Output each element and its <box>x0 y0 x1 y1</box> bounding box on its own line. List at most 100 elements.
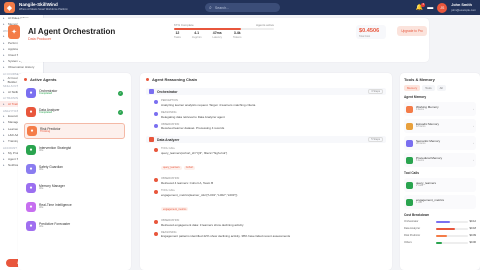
brand: Nangile-SkillWind Where AI Meets Smart W… <box>19 3 68 11</box>
header-stats: 12 Tasks 4.1 Avg/min 47ms Latency 3.4k Tokens <box>174 31 241 39</box>
memory-value: 6 items <box>416 159 425 163</box>
tool-call-item[interactable]: query_learners 2 calls <box>404 178 476 192</box>
agent-group-header[interactable]: Data Analyzer 5 Steps <box>146 136 386 144</box>
step-label: REASONING <box>161 110 177 114</box>
tab-all[interactable]: All <box>436 85 446 91</box>
memory-title: Agent Memory <box>404 95 427 99</box>
agent-item[interactable]: ● Real-Time Intelligence Idle <box>24 199 125 215</box>
robot-icon: ✦ <box>8 25 20 39</box>
search-icon: ⌕ <box>209 4 212 11</box>
agent-item[interactable]: ● Risk Predictor Thinking <box>24 123 125 139</box>
stat-value: 3.4k <box>233 31 241 35</box>
progress-bar <box>174 28 274 30</box>
agent-status: Completed <box>39 111 52 115</box>
agent-status: Thinking <box>40 130 51 134</box>
tab-memory[interactable]: Memory <box>404 85 421 91</box>
cost-value: $0.12 <box>469 220 477 223</box>
reasoning-step: OBSERVATION Retrieved 4 learners: Cohort … <box>146 177 386 185</box>
stat-label: Latency <box>212 36 222 39</box>
tool-calls-title: Tool Calls <box>404 171 419 175</box>
cost-label: Others <box>404 241 412 244</box>
step-icon <box>154 231 158 236</box>
search-placeholder: Search... <box>214 5 230 10</box>
cost-bar-fill <box>436 227 455 230</box>
memory-icon <box>406 156 413 164</box>
agent-avatar-icon: ● <box>26 221 36 231</box>
memory-text: Working Memory 4 items <box>416 105 473 112</box>
cost-row: Orchestrator $0.12 <box>404 219 476 224</box>
bell-icon[interactable]: 🔔 3 <box>416 3 426 11</box>
user-info[interactable]: John Smith john@example.com <box>451 3 476 12</box>
tool-call-item[interactable]: engagement_metrics 1 call <box>404 195 476 209</box>
step-label: PERCEPTION <box>161 99 178 102</box>
tab-tools[interactable]: Tools <box>422 85 435 91</box>
step-tag: engagement_metrics <box>161 207 189 212</box>
agent-avatar-icon: ● <box>26 107 36 117</box>
check-icon: ✓ <box>118 90 123 96</box>
step-label: REASONING <box>161 230 177 234</box>
agent-avatar-icon: ● <box>26 145 36 155</box>
memory-item[interactable]: Working Memory 4 items › <box>404 102 476 116</box>
step-icon <box>154 148 158 153</box>
chevron-right-icon: › <box>473 158 474 162</box>
reasoning-step: OBSERVATION Received learner dataset. Pro… <box>146 123 386 131</box>
agent-item[interactable]: ● Intervention Strategist Idle <box>24 142 125 158</box>
flag-icon[interactable]: ▬ <box>427 5 433 11</box>
avatar[interactable]: JS <box>437 2 448 13</box>
step-label: OBSERVATION <box>161 218 180 222</box>
reasoning-step: PERCEPTION Analyzing learner analytics re… <box>146 99 386 107</box>
progress-label: 67% Complete <box>174 23 194 27</box>
cost-value: $0.18 <box>469 227 477 230</box>
search-input[interactable]: ⌕ Search... <box>205 3 280 12</box>
agent-item[interactable]: ● Predictive Forecaster Idle <box>24 218 125 234</box>
step-text: Delegating data retrieval to Data Analyz… <box>161 114 225 119</box>
agent-item[interactable]: ● Memory Manager Idle <box>24 180 125 196</box>
memory-item[interactable]: Episodic Memory 12 items › <box>404 119 476 133</box>
stat-label: Avg/min <box>191 36 202 39</box>
header-stat: 3.4k Tokens <box>233 31 242 39</box>
reasoning-step: TOOL CALL engagement_metrics(learner_ids=… <box>146 189 386 215</box>
step-text: Received learner dataset. Processing 4 r… <box>161 126 225 131</box>
chevron-right-icon: › <box>473 141 474 145</box>
agent-text: Orchestrator Completed <box>39 89 118 97</box>
reasoning-panel: Agent Reasoning Chain Orchestrator 3 Step… <box>140 73 392 270</box>
step-content: REASONING Engagement patterns identified … <box>161 231 386 239</box>
header-stat: 12 Tasks <box>174 31 181 39</box>
step-content: TOOL CALL engagement_metrics(learner_ids=… <box>161 189 386 215</box>
tool-icon <box>406 198 413 206</box>
agent-status: Idle <box>39 187 44 191</box>
step-text: Analyzing learner analytics request. Tar… <box>161 102 256 107</box>
step-icon <box>154 111 158 116</box>
cost-bar <box>436 227 468 230</box>
step-label: OBSERVATION <box>161 177 180 181</box>
memory-text: Procedural Memory 6 items <box>416 156 473 163</box>
cost-bar <box>436 241 468 244</box>
page-title: AI Agent Orchestration <box>28 27 116 36</box>
step-content: PERCEPTION Analyzing learner analytics re… <box>161 99 386 107</box>
cost-label: Risk Predictor <box>404 234 421 237</box>
agent-text: Intervention Strategist Idle <box>39 146 123 154</box>
step-label: TOOL CALL <box>161 147 176 151</box>
step-tag: Cohort <box>183 165 196 170</box>
agent-avatar-icon: ● <box>26 183 36 193</box>
agent-group-header[interactable]: Orchestrator 3 Steps <box>146 88 386 95</box>
step-count-badge: 5 Steps <box>368 137 383 143</box>
step-content: OBSERVATION Retrieved 4 learners: Cohort … <box>161 177 386 185</box>
total-cost-card: $0.4506 Total Cost <box>356 25 386 39</box>
memory-item[interactable]: Procedural Memory 6 items › <box>404 153 476 167</box>
logo-icon[interactable]: ◆ <box>4 2 15 13</box>
agent-item[interactable]: ● Data Analyzer Completed ✓ <box>24 104 125 120</box>
memory-icon <box>406 122 413 130</box>
agent-text: Data Analyzer Completed <box>39 108 118 116</box>
upgrade-button[interactable]: Upgrade to Pro <box>397 26 427 36</box>
memory-icon <box>406 105 413 113</box>
memory-item[interactable]: Semantic Memory 28 items › <box>404 136 476 150</box>
step-content: REASONING Delegating data retrieval to Da… <box>161 111 386 119</box>
agent-status: Idle <box>39 168 44 172</box>
agent-item[interactable]: ● Safety Guardian Idle <box>24 161 125 177</box>
tools-title: Tools & Memory <box>404 77 435 82</box>
cost-bar-fill <box>436 241 443 244</box>
agent-item[interactable]: ● Orchestrator Completed ✓ <box>24 85 125 101</box>
tool-call-text: engagement_metrics 1 call <box>416 198 474 205</box>
agent-group-name: Orchestrator <box>157 89 178 94</box>
